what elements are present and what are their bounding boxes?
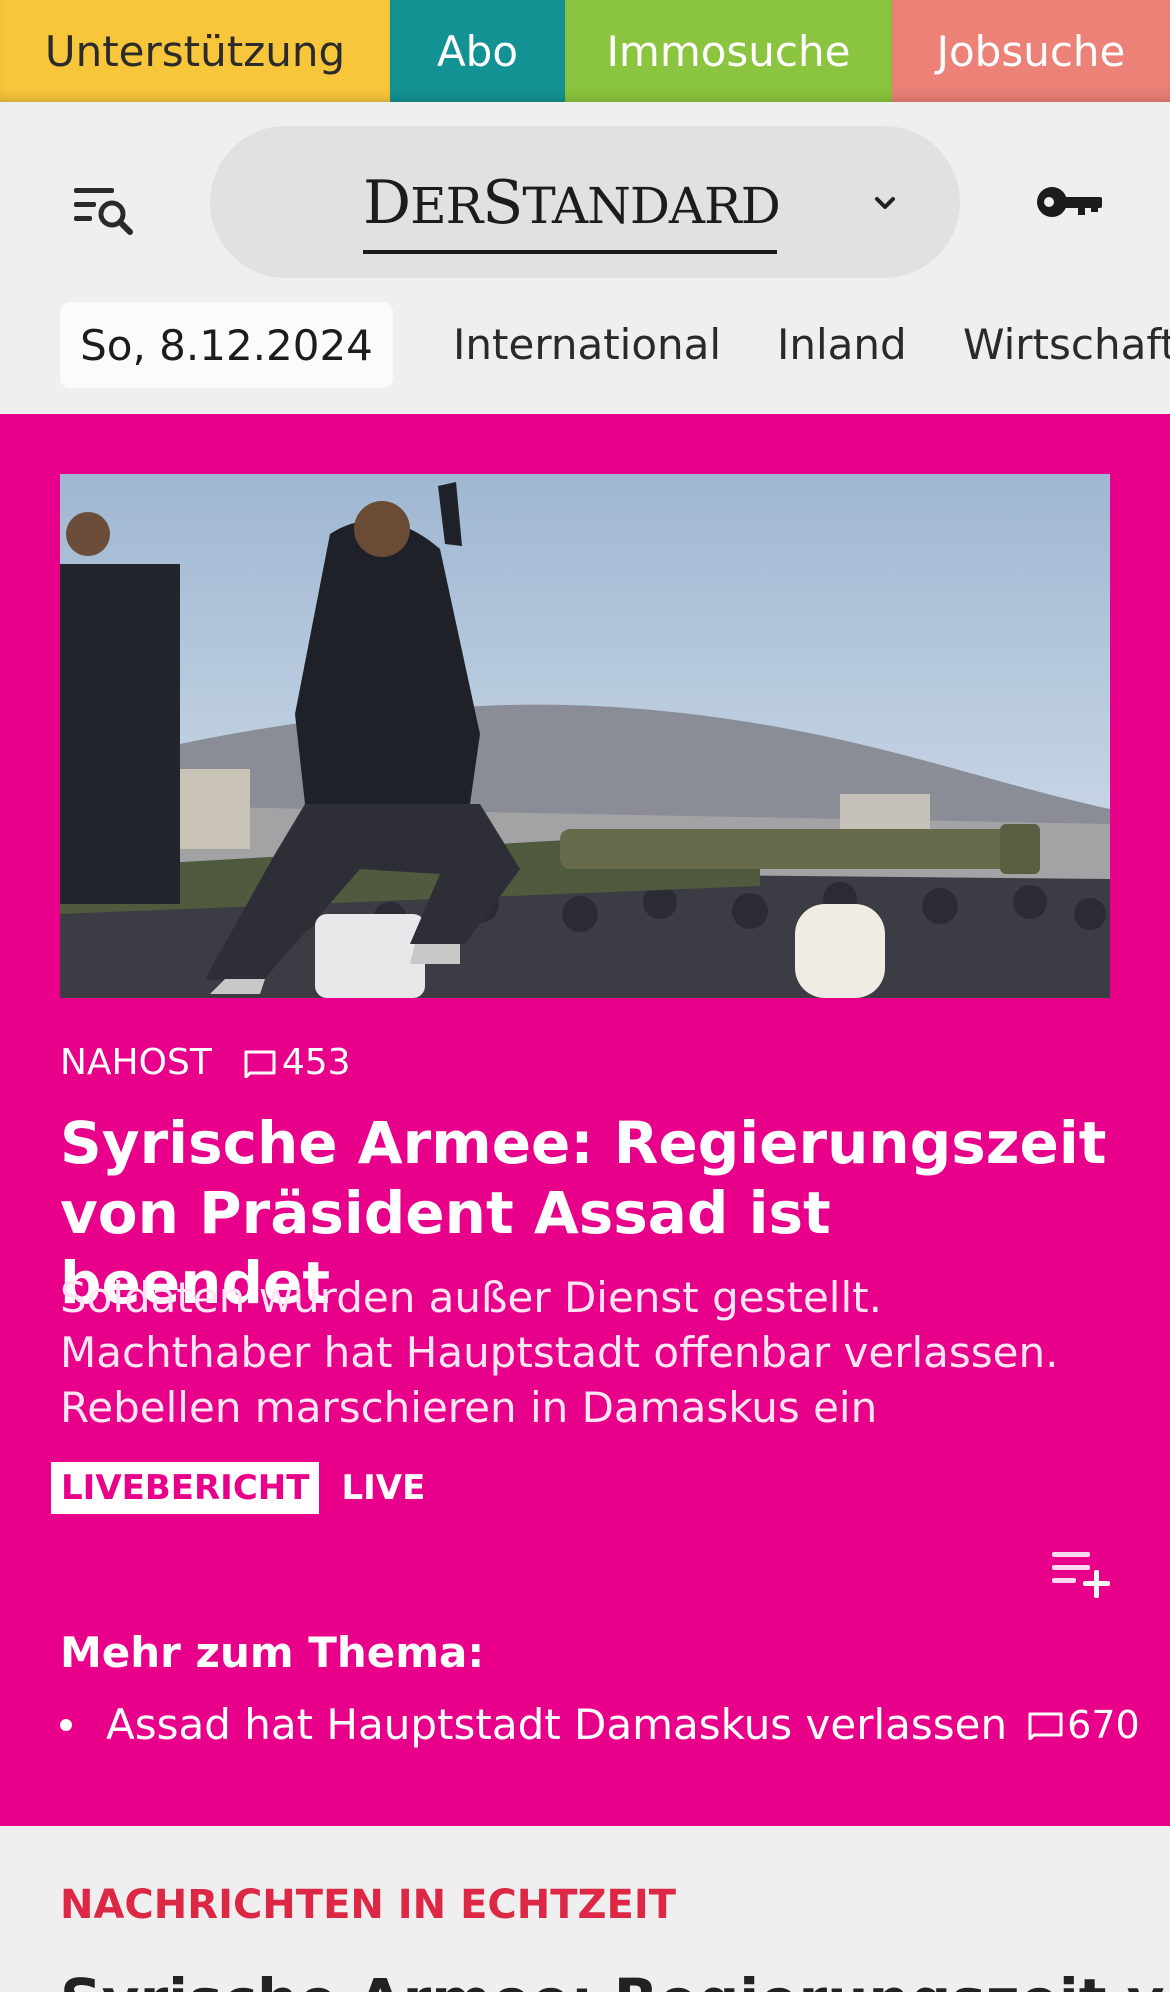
abo-link[interactable]: Abo [390, 0, 565, 102]
menu-search-icon[interactable] [70, 176, 140, 246]
support-link[interactable]: Unterstützung [0, 0, 390, 102]
live-label: LIVE [341, 1468, 426, 1508]
site-header: DERSTANDARD So, 8.12.2024 International … [0, 102, 1170, 414]
kicker[interactable]: NAHOST [60, 1042, 212, 1083]
logo-underline [363, 250, 777, 254]
chevron-down-icon[interactable] [870, 188, 900, 218]
jobsuche-link[interactable]: Jobsuche [892, 0, 1170, 102]
related-comment-count[interactable]: 670 [1067, 1703, 1140, 1747]
more-topic-title: Mehr zum Thema: [60, 1628, 485, 1677]
nav-item-international[interactable]: International [453, 320, 721, 369]
nav-item-inland[interactable]: Inland [777, 320, 907, 369]
bullet [60, 1718, 72, 1731]
related-link[interactable]: Assad hat Hauptstadt Damaskus verlassen [106, 1700, 1007, 1749]
site-logo: DERSTANDARD [363, 168, 781, 238]
next-article-headline[interactable]: Syrische Armee: Regierungszeit von Präsi… [60, 1966, 1170, 1992]
article-teaser: Soldaten wurden außer Dienst gestellt. M… [60, 1273, 1059, 1432]
add-to-list-icon[interactable] [1050, 1548, 1112, 1600]
nav-item-wirtschaft[interactable]: Wirtschaft [963, 320, 1170, 369]
comment-icon [1028, 1712, 1063, 1740]
date-chip[interactable]: So, 8.12.2024 [60, 302, 393, 388]
logo-button[interactable]: DERSTANDARD [210, 126, 960, 278]
livebericht-badge: LIVEBERICHT [51, 1462, 320, 1514]
section-nav: So, 8.12.2024 International Inland Wirts… [0, 300, 1170, 390]
section-title: NACHRICHTEN IN ECHTZEIT [60, 1882, 677, 1928]
comment-icon [244, 1050, 276, 1078]
key-icon[interactable] [1034, 172, 1106, 232]
hero-image[interactable] [60, 474, 1110, 998]
related-item[interactable]: Assad hat Hauptstadt Damaskus verlassen … [60, 1700, 1140, 1749]
comment-count[interactable]: 453 [282, 1042, 351, 1083]
live-badges: LIVEBERICHT LIVE [51, 1462, 425, 1514]
article-meta: NAHOST 453 [60, 1042, 351, 1083]
hero-article[interactable]: NAHOST 453 Syrische Armee: Regierungszei… [0, 414, 1170, 1826]
top-service-bar: Unterstützung Abo Immosuche Jobsuche [0, 0, 1170, 102]
immosuche-link[interactable]: Immosuche [565, 0, 892, 102]
